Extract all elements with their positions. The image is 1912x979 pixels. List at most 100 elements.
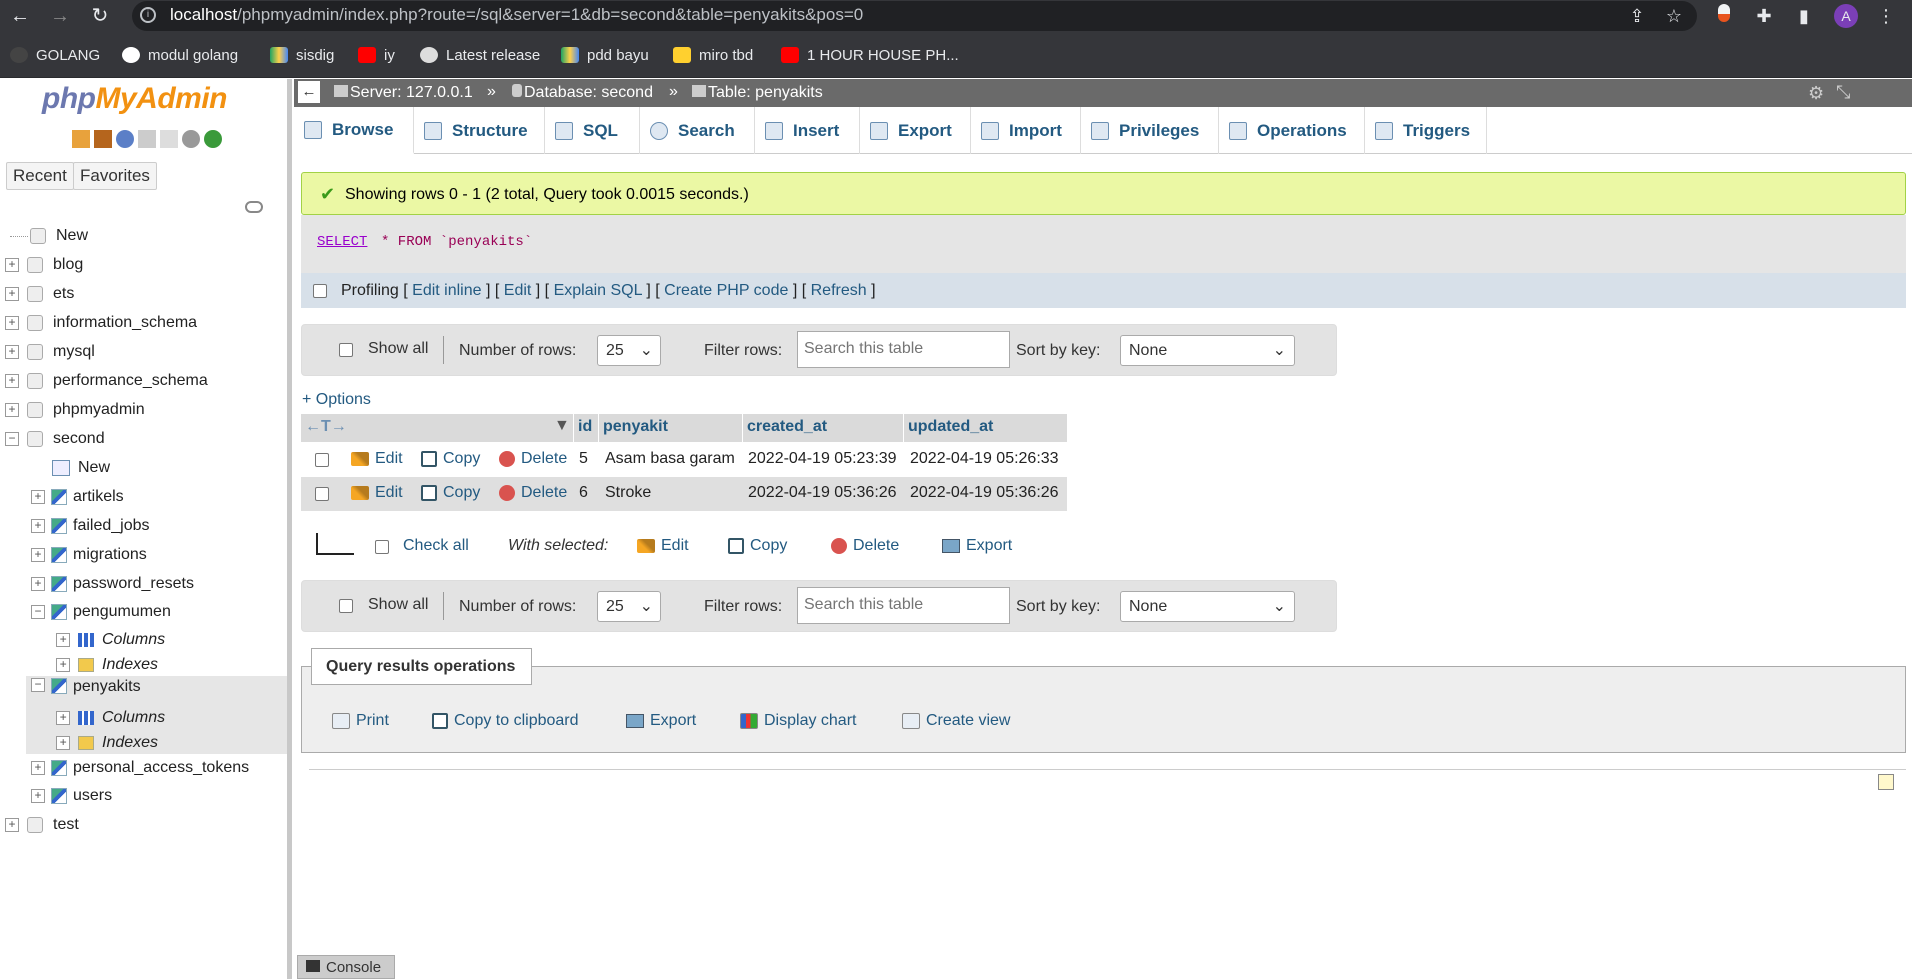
export-button[interactable]: Export [626,712,696,730]
tree-item-phpmyadmin[interactable]: + phpmyadmin [5,398,145,422]
tab-search[interactable]: Search [640,107,755,154]
tab-insert[interactable]: Insert [755,107,860,154]
breadcrumb-database[interactable]: Database: second [512,84,653,102]
tab-triggers[interactable]: Triggers [1365,107,1487,154]
link-icon[interactable] [245,201,263,213]
tree-item-failed-jobs[interactable]: + failed_jobs [31,514,150,538]
cell-updated-at[interactable]: 2022-04-19 05:36:26 [910,484,1059,502]
collapse-icon[interactable]: − [31,605,45,619]
expand-icon[interactable]: + [5,287,19,301]
create-view-button[interactable]: Create view [902,712,1010,730]
tab-structure[interactable]: Structure [414,107,545,154]
row-edit-button[interactable]: Edit [351,450,403,468]
tree-item-second-new[interactable]: New [52,456,110,480]
bookmark-1-hour-house[interactable]: 1 HOUR HOUSE PH... [781,43,959,67]
tab-export[interactable]: Export [860,107,971,154]
header-id[interactable]: id [574,414,598,442]
sort-by-key-select[interactable]: None ⌄ [1120,591,1295,622]
forward-icon[interactable]: → [48,4,72,28]
row-copy-button[interactable]: Copy [421,484,480,502]
puzzle-icon[interactable]: ✚ [1752,4,1776,28]
expand-icon[interactable]: + [56,658,70,672]
sidepanel-icon[interactable]: ▮ [1792,4,1816,28]
header-created-at[interactable]: created_at [743,414,903,442]
row-delete-button[interactable]: Delete [499,450,567,468]
collapse-nav-icon[interactable]: ← [298,81,320,103]
tree-item-users[interactable]: + users [31,784,112,808]
tab-sql[interactable]: SQL [545,107,640,154]
row-checkbox[interactable] [315,453,329,467]
cell-penyakit[interactable]: Asam basa garam [605,450,735,468]
expand-icon[interactable]: + [56,736,70,750]
row-edit-button[interactable]: Edit [351,484,403,502]
expand-icon[interactable]: + [31,490,45,504]
header-penyakit[interactable]: penyakit [599,414,742,442]
copy-to-clipboard-button[interactable]: Copy to clipboard [432,712,579,730]
tree-item-test[interactable]: + test [5,813,79,837]
tree-item-pengumumen-indexes[interactable]: + Indexes [56,653,158,677]
bookmark-icon[interactable] [1878,774,1894,790]
tree-item-artikels[interactable]: + artikels [31,485,124,509]
create-php-code-link[interactable]: Create PHP code [664,282,788,299]
show-all-checkbox[interactable] [339,343,353,357]
refresh-link[interactable]: Refresh [811,282,867,299]
expand-icon[interactable]: + [56,633,70,647]
breadcrumb-server[interactable]: Server: 127.0.0.1 [334,84,473,102]
copy-icon[interactable] [160,130,178,148]
collapse-icon[interactable]: − [5,432,19,446]
settings-icon[interactable]: ⚙ [1808,83,1824,104]
sql-select-keyword[interactable]: SELECT [317,234,367,250]
cell-created-at[interactable]: 2022-04-19 05:36:26 [748,484,897,502]
tree-item-personal-access-tokens[interactable]: + personal_access_tokens [31,756,249,780]
num-rows-select[interactable]: 25 ⌄ [597,591,661,622]
collapse-icon[interactable]: − [31,678,45,692]
back-icon[interactable]: ← [8,4,32,28]
edit-link[interactable]: Edit [504,282,532,299]
cell-updated-at[interactable]: 2022-04-19 05:26:33 [910,450,1059,468]
tree-item-ets[interactable]: + ets [5,282,74,306]
home-icon[interactable] [72,130,90,148]
row-copy-button[interactable]: Copy [421,450,480,468]
bookmark-modul-golang[interactable]: modul golang [122,43,238,67]
explain-sql-link[interactable]: Explain SQL [554,282,642,299]
display-chart-button[interactable]: Display chart [740,712,856,730]
tree-item-penyakits-indexes[interactable]: + Indexes [56,731,158,755]
avatar[interactable]: A [1834,4,1858,28]
favorites-button[interactable]: Favorites [73,162,157,190]
header-updated-at[interactable]: updated_at [904,414,1067,442]
bookmark-iy[interactable]: iy [358,43,395,67]
bookmark-latest-release[interactable]: Latest release [420,43,540,67]
tab-browse[interactable]: Browse [294,107,414,154]
share-icon[interactable]: ⇪ [1625,4,1649,28]
docs-icon[interactable] [138,130,156,148]
show-all-checkbox[interactable] [339,599,353,613]
expand-icon[interactable]: + [5,316,19,330]
tab-privileges[interactable]: Privileges [1081,107,1219,154]
expand-icon[interactable]: + [31,789,45,803]
tree-item-penyakits-columns[interactable]: + Columns [56,706,165,730]
expand-icon[interactable]: + [31,577,45,591]
sort-by-key-select[interactable]: None ⌄ [1120,335,1295,366]
recent-button[interactable]: Recent [6,162,74,190]
expand-icon[interactable]: + [31,519,45,533]
filter-rows-input[interactable]: Search this table [797,331,1010,368]
reload-icon[interactable] [204,130,222,148]
cell-penyakit[interactable]: Stroke [605,484,651,502]
sort-menu-icon[interactable]: ▼ [554,417,570,435]
tree-item-password-resets[interactable]: + password_resets [31,572,194,596]
bookmark-pdd-bayu[interactable]: pdd bayu [561,43,649,67]
gear-icon[interactable] [182,130,200,148]
profiling-checkbox[interactable] [313,284,327,298]
bulk-delete-button[interactable]: Delete [831,537,899,555]
tree-item-blog[interactable]: + blog [5,253,83,277]
cell-created-at[interactable]: 2022-04-19 05:23:39 [748,450,897,468]
expand-icon[interactable]: + [31,548,45,562]
filter-rows-input[interactable]: Search this table [797,587,1010,624]
num-rows-select[interactable]: 25 ⌄ [597,335,661,366]
extension-icon[interactable] [1712,4,1736,28]
expand-icon[interactable]: + [5,403,19,417]
bulk-copy-button[interactable]: Copy [728,537,787,555]
bookmark-sisdig[interactable]: sisdig [270,43,334,67]
check-all-label[interactable]: Check all [403,537,469,555]
print-button[interactable]: Print [332,712,389,730]
